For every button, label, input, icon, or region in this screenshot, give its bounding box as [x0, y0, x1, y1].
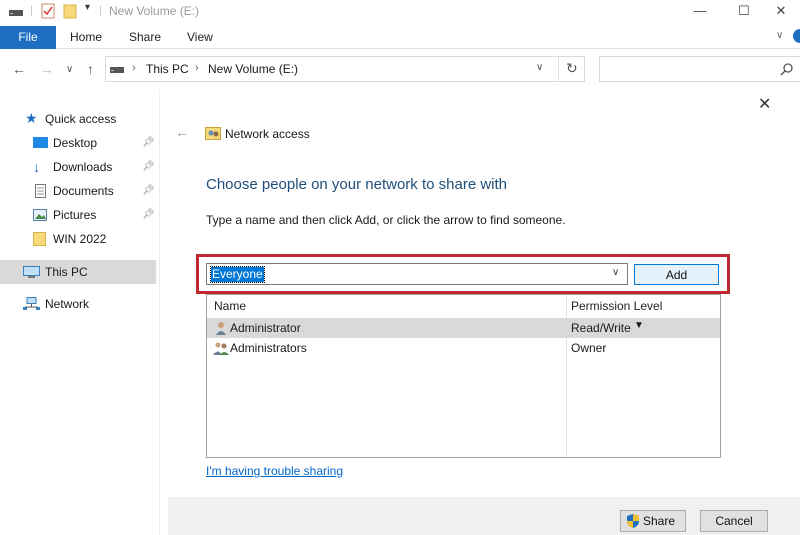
breadcrumb-new-volume[interactable]: New Volume (E:) — [208, 62, 298, 76]
sidebar-item-downloads[interactable]: ↓ Downloads 📌︎ — [0, 155, 156, 179]
pin-icon[interactable]: 📌︎ — [142, 203, 155, 227]
breadcrumb-separator-icon: › — [195, 62, 199, 74]
permissions-list[interactable]: Name Permission Level Administrator Read… — [206, 294, 721, 458]
share-button-label: Share — [643, 514, 676, 528]
sidebar-item-label: Quick access — [45, 112, 117, 126]
drive-icon[interactable] — [8, 7, 24, 19]
title-bar: | ▾ | New Volume (E:) — ☐ ✕ — [0, 0, 800, 24]
column-header-permission[interactable]: Permission Level — [571, 299, 662, 313]
properties-icon[interactable] — [41, 3, 55, 19]
navigation-pane: ★ Quick access Desktop 📌︎ ↓ Downloads 📌︎… — [0, 89, 160, 535]
tab-file[interactable]: File — [0, 26, 56, 49]
network-access-icon — [205, 127, 221, 140]
dialog-footer: Share Cancel — [168, 497, 800, 535]
cancel-button[interactable]: Cancel — [700, 510, 768, 532]
drive-icon — [110, 67, 124, 73]
sidebar-item-label: This PC — [45, 265, 88, 279]
help-icon[interactable] — [793, 29, 800, 43]
permission-cell[interactable]: Read/Write — [571, 320, 631, 336]
pin-icon[interactable]: 📌︎ — [142, 155, 155, 179]
back-arrow-icon[interactable]: ← — [12, 61, 26, 77]
sidebar-item-label: Pictures — [53, 208, 97, 222]
users-group-icon — [213, 342, 229, 355]
user-icon — [216, 322, 226, 335]
close-window-button[interactable]: ✕ — [758, 0, 800, 24]
forward-arrow-icon[interactable]: → — [40, 61, 54, 77]
sidebar-item-label: Documents — [53, 184, 114, 198]
window-title: New Volume (E:) — [109, 4, 200, 18]
dialog-back-arrow-icon[interactable]: ← — [175, 124, 189, 140]
sidebar-item-label: Downloads — [53, 160, 113, 174]
ribbon-tabs: File Home Share View ∨ — [0, 24, 800, 49]
address-bar[interactable]: › This PC › New Volume (E:) ∨ ↻ — [105, 56, 585, 82]
tab-share[interactable]: Share — [129, 26, 161, 49]
address-history-chevron-icon[interactable]: ∨ — [536, 62, 543, 73]
new-folder-icon[interactable] — [63, 3, 77, 19]
search-icon — [780, 63, 793, 76]
documents-icon — [35, 184, 46, 198]
sidebar-item-label: Desktop — [53, 136, 98, 150]
dialog-instruction: Type a name and then click Add, or click… — [206, 213, 566, 227]
sidebar-item-network[interactable]: Network — [0, 292, 156, 316]
highlight-box — [196, 254, 730, 294]
breadcrumb-separator-icon: › — [132, 62, 136, 74]
uac-shield-icon — [627, 514, 639, 528]
pictures-icon — [33, 209, 47, 221]
sidebar-item-quick-access[interactable]: ★ Quick access — [0, 107, 156, 131]
sidebar-item-documents[interactable]: Documents 📌︎ — [0, 179, 156, 203]
column-header-name[interactable]: Name — [214, 299, 246, 313]
recent-locations-chevron-icon[interactable]: ∨ — [66, 64, 73, 75]
tab-home[interactable]: Home — [70, 26, 102, 49]
desktop-icon — [33, 137, 48, 148]
sidebar-item-win-2022[interactable]: WIN 2022 — [0, 227, 156, 251]
user-name-cell: Administrators — [230, 341, 307, 355]
table-row[interactable]: Administrators Owner — [207, 338, 720, 358]
sidebar-item-pictures[interactable]: Pictures 📌︎ — [0, 203, 156, 227]
refresh-icon[interactable]: ↻ — [566, 60, 578, 77]
pin-icon[interactable]: 📌︎ — [142, 131, 155, 155]
trouble-sharing-link[interactable]: I'm having trouble sharing — [206, 464, 343, 478]
permission-cell: Owner — [571, 341, 607, 355]
up-arrow-icon[interactable]: ↑ — [87, 61, 94, 77]
star-icon: ★ — [25, 110, 38, 126]
share-button[interactable]: Share — [620, 510, 686, 532]
user-name-cell: Administrator — [230, 321, 301, 335]
sidebar-item-label: Network — [45, 297, 90, 311]
permission-dropdown-icon[interactable]: ▼ — [634, 320, 644, 331]
tab-view[interactable]: View — [187, 26, 213, 49]
sidebar-item-this-pc[interactable]: This PC — [0, 260, 156, 284]
search-input[interactable] — [599, 56, 800, 82]
folder-icon — [33, 232, 46, 246]
customize-toolbar-icon[interactable]: ▾ — [85, 2, 90, 13]
table-row[interactable]: Administrator Read/Write ▼ — [207, 318, 720, 338]
navigation-bar: ← → ∨ ↑ › This PC › New Volume (E:) ∨ ↻ — [0, 49, 800, 89]
close-dialog-icon[interactable]: ✕ — [758, 94, 771, 114]
download-arrow-icon: ↓ — [33, 159, 40, 175]
dialog-heading: Choose people on your network to share w… — [206, 176, 508, 193]
computer-icon — [23, 266, 40, 278]
breadcrumb-this-pc[interactable]: This PC — [146, 62, 189, 76]
sidebar-item-label: WIN 2022 — [53, 232, 107, 246]
pin-icon[interactable]: 📌︎ — [142, 179, 155, 203]
minimize-button[interactable]: — — [677, 0, 723, 24]
sidebar-item-desktop[interactable]: Desktop 📌︎ — [0, 131, 156, 155]
network-icon — [23, 297, 40, 310]
expand-ribbon-chevron-icon[interactable]: ∨ — [776, 30, 783, 41]
dialog-title: Network access — [225, 127, 310, 141]
